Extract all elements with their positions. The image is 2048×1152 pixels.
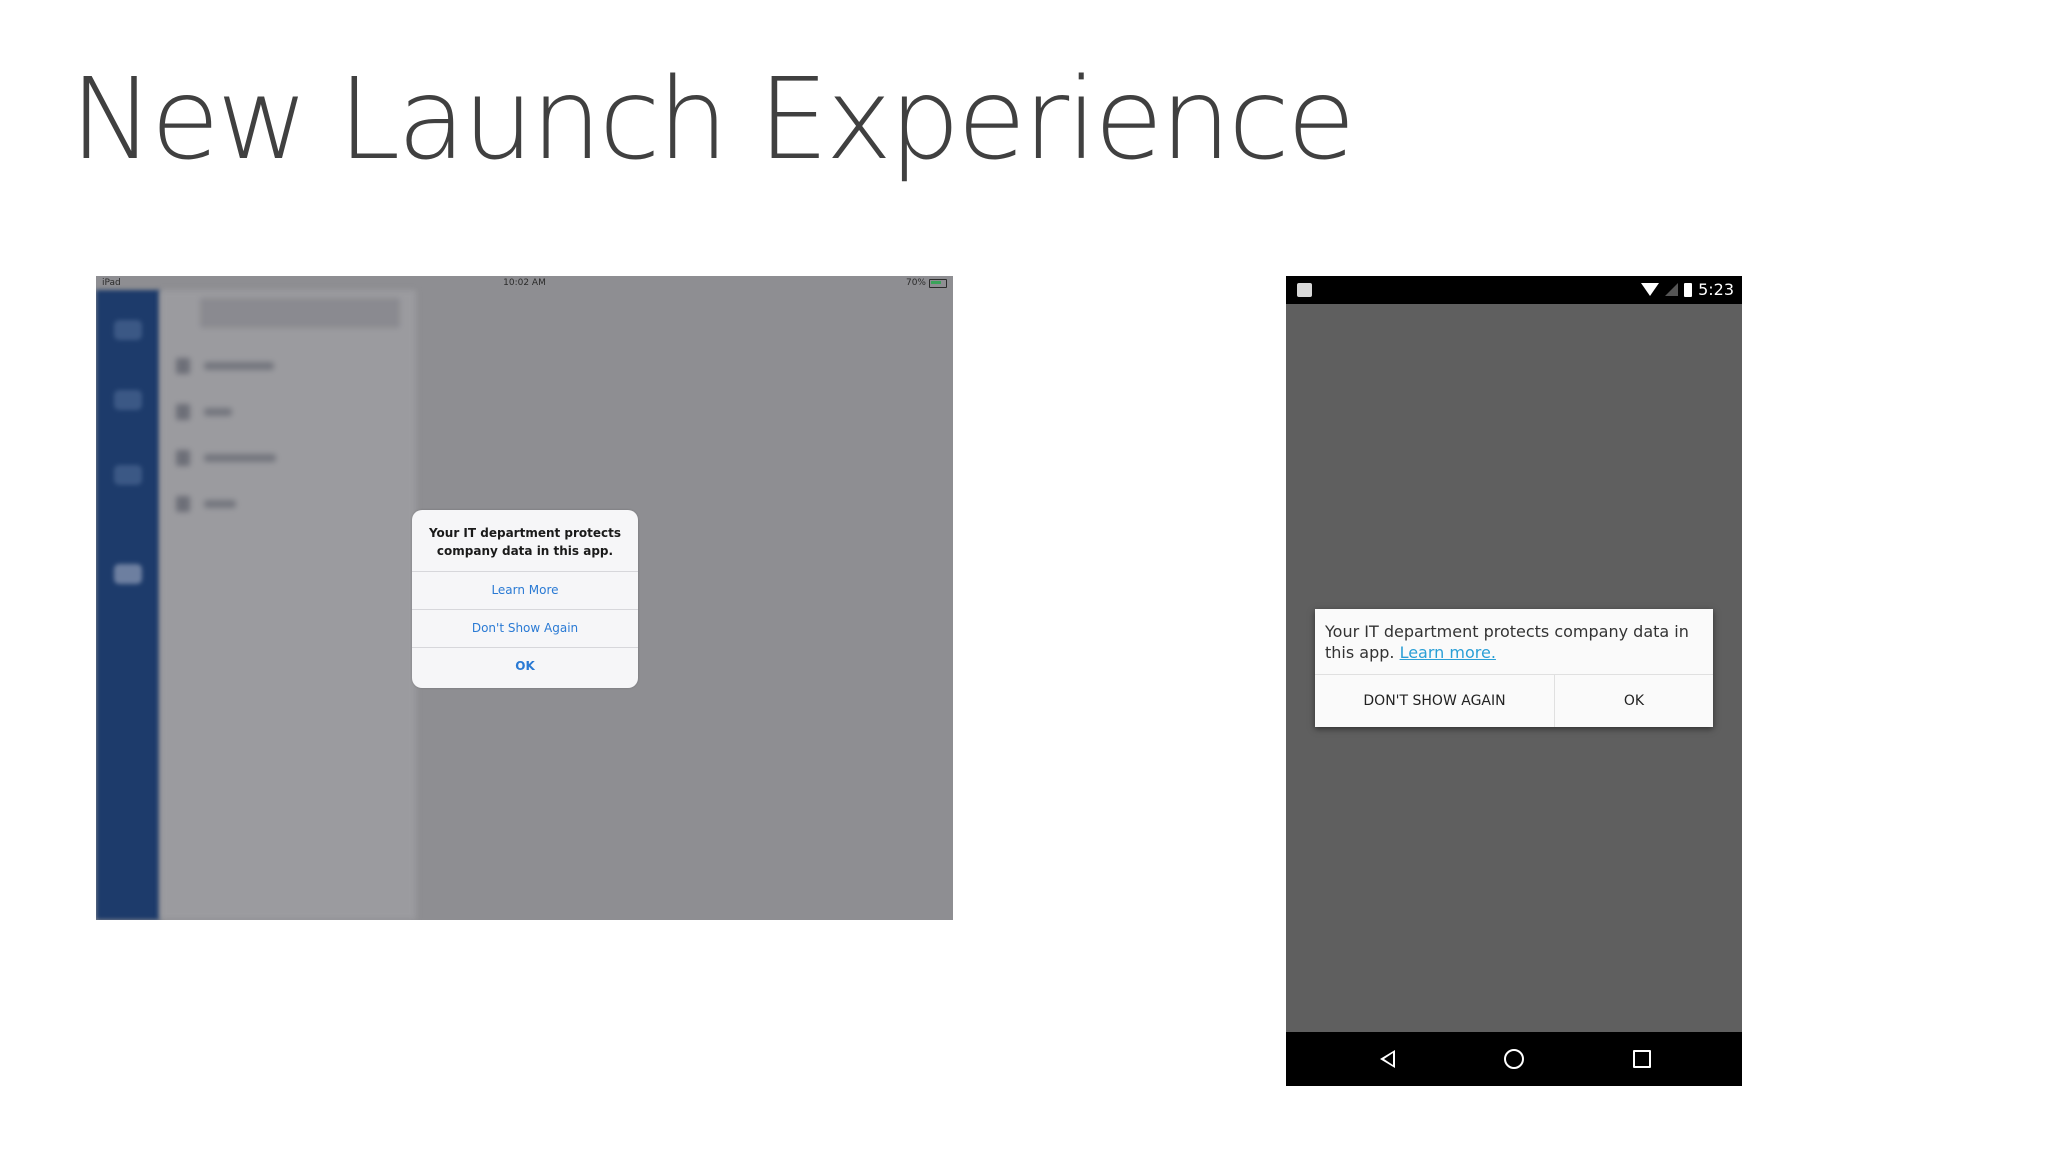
battery-icon (1684, 282, 1693, 297)
notification-icon (1297, 283, 1312, 297)
android-dialog-text: Your IT department protects company data… (1325, 622, 1689, 662)
slide: New Launch Experience iPad 10:02 AM 70% … (0, 0, 2048, 1152)
android-status-icons: 5:23 (1641, 280, 1734, 299)
battery-icon (929, 278, 947, 288)
list-item (176, 450, 276, 466)
rail-app-icon (114, 390, 142, 410)
home-icon[interactable] (1501, 1046, 1527, 1072)
ipad-screenshot: iPad 10:02 AM 70% Your IT department pro… (96, 276, 953, 920)
android-navigation-bar (1286, 1032, 1742, 1086)
list-header-blurred (200, 298, 400, 328)
ios-alert-message: Your IT department protects company data… (428, 526, 622, 558)
ipad-battery-status: 70% (906, 278, 947, 288)
list-item (176, 496, 236, 512)
recents-icon[interactable] (1629, 1046, 1655, 1072)
android-dialog-message: Your IT department protects company data… (1325, 621, 1703, 663)
slide-title: New Launch Experience (70, 55, 1356, 185)
rail-app-icon (114, 320, 142, 340)
list-item (176, 404, 232, 420)
ipad-blurred-nav-rail (96, 290, 160, 920)
list-item (176, 358, 274, 374)
ios-protection-alert: Your IT department protects company data… (412, 510, 638, 688)
ipad-status-bar: iPad 10:02 AM 70% (96, 276, 953, 290)
rail-app-icon (114, 465, 142, 485)
android-dialog-button-bar: DON'T SHOW AGAIN OK (1315, 674, 1713, 727)
ios-ok-button[interactable]: OK (412, 647, 638, 685)
android-dont-show-again-button[interactable]: DON'T SHOW AGAIN (1315, 675, 1555, 727)
ios-learn-more-button[interactable]: Learn More (412, 571, 638, 609)
ipad-battery-percent: 70% (905, 278, 926, 288)
android-status-bar: 5:23 (1286, 276, 1742, 304)
android-screenshot: 5:23 Your IT department protects company… (1286, 276, 1742, 1086)
android-learn-more-link[interactable]: Learn more. (1400, 643, 1496, 662)
ipad-time: 10:02 AM (503, 278, 546, 288)
android-protection-dialog: Your IT department protects company data… (1315, 609, 1713, 727)
wifi-icon (1641, 283, 1660, 296)
ipad-blurred-list-pane (160, 290, 416, 920)
back-icon[interactable] (1374, 1046, 1400, 1072)
ios-dont-show-again-button[interactable]: Don't Show Again (412, 609, 638, 647)
rail-app-icon-active (114, 564, 142, 584)
signal-icon (1665, 283, 1679, 296)
android-ok-button[interactable]: OK (1555, 675, 1713, 727)
android-time: 5:23 (1698, 280, 1734, 299)
